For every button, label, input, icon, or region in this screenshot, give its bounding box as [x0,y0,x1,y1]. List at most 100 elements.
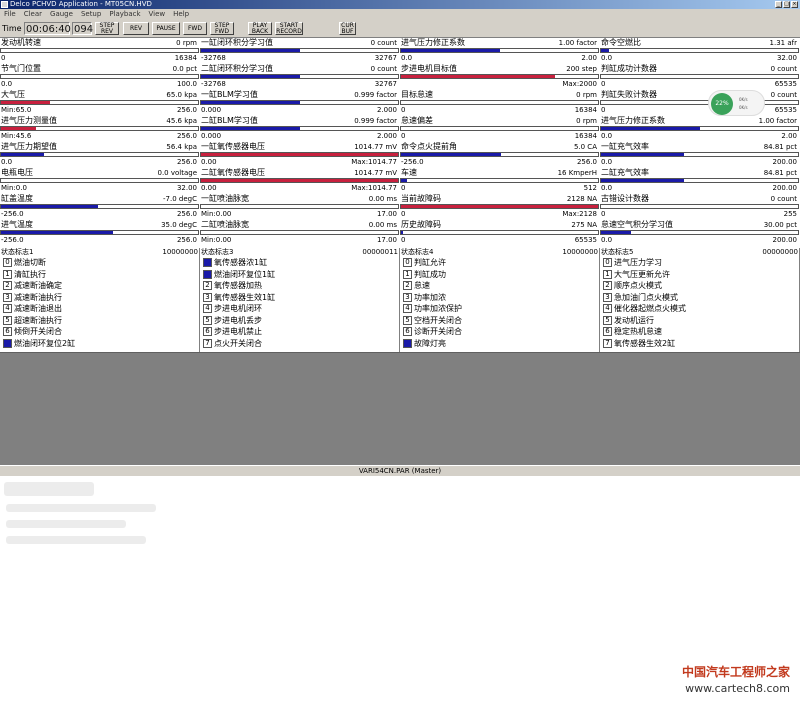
parameter-cell[interactable]: 16 KmperH 车速 0 512 [400,168,600,194]
menu-item-setup[interactable]: Setup [81,9,101,20]
parameter-cell[interactable]: 56.4 kpa 进气压力期望值 0.0 256.0 [0,142,200,168]
parameter-min: 0 [401,236,406,244]
close-button[interactable]: × [791,1,798,8]
parameter-label: 车速 [401,168,417,178]
step-fwd-button[interactable]: STEP FWD [210,22,234,35]
parameter-cell[interactable]: 30.00 pct 怠速空气积分学习值 0.0 200.00 [600,220,800,246]
status-bit-indicator: 1 [203,269,212,279]
parameter-cell[interactable]: 0.00 ms 一缸喷油脉宽 Min:0.00 17.00 [200,194,400,220]
playback-button[interactable]: PLAY BACK [248,22,272,35]
parameter-cell[interactable]: 84.81 pct 一缸充气效率 0.0 200.00 [600,142,800,168]
status-flag-row: 6 步进电机禁止 [200,326,400,337]
menu-item-clear[interactable]: Clear [24,9,42,20]
parameter-bar-fill [401,49,500,52]
parameter-cell[interactable]: 0 count 一缸闭环积分学习值 -32768 32767 [200,38,400,64]
parameter-max: 256.0 [176,132,197,140]
parameter-cell[interactable]: 1.00 factor 进气压力修正系数 0.0 2.00 [400,38,600,64]
status-flag-row: 1 大气压更新允许 [600,269,800,280]
parameter-bar-fill [201,49,300,52]
parameter-cell[interactable]: 0.00 ms 二缸喷油脉宽 Min:0.00 17.00 [200,220,400,246]
status-bit-indicator: 1 [3,269,12,279]
status-flag-row: 6 稳定热机怠速 [600,326,800,337]
status-flag-row: 3 功率加浓 [400,292,600,303]
parameter-cell[interactable]: 0 count 二缸闭环积分学习值 -32768 32767 [200,64,400,90]
parameter-cell[interactable]: 0 count 判缸失败计数器 0 65535 [600,90,800,116]
parameter-value: 0 count [770,91,797,99]
parameter-cell[interactable]: 0.0 voltage 电瓶电压 Min:0.0 32.00 [0,168,200,194]
parameter-bar [400,48,599,53]
parameter-bar [200,126,399,131]
menu-item-gauge[interactable]: Gauge [50,9,73,20]
menu-item-view[interactable]: View [149,9,166,20]
menu-item-help[interactable]: Help [173,9,189,20]
parameter-value: 1014.77 mV [354,143,397,151]
parameter-cell[interactable]: 275 NA 历史故障码 0 65535 [400,220,600,246]
parameter-cell[interactable]: 0 rpm 发动机转速 0 16384 [0,38,200,64]
parameter-cell[interactable]: 0 rpm 怠速偏差 0 16384 [400,116,600,142]
status-bit-indicator: 0 [603,258,612,267]
status-flag-row: 7 故障灯亮 [400,338,600,349]
parameter-min: 0.0 [1,158,13,166]
parameter-cell[interactable]: -7.0 degC 缸盖温度 -256.0 256.0 [0,194,200,220]
parameter-cell[interactable]: 1.00 factor 进气压力修正系数 0.0 2.00 [600,116,800,142]
parameter-label: 二缸喷油脉宽 [201,220,249,230]
parameter-cell[interactable]: 1.31 afr 命令空燃比 0.0 32.00 [600,38,800,64]
parameter-bar [0,74,199,79]
status-bit-indicator: 0 [203,258,212,267]
parameter-cell[interactable]: 2128 NA 当前故障码 0 Max:2128 [400,194,600,220]
application-window: Delco PCHVD Application - MT05CN.HVD _ □… [0,0,800,716]
parameter-cell[interactable]: 1014.77 mV 二缸氧传感器电压 0.00 Max:1014.77 [200,168,400,194]
rev-button[interactable]: REV [123,22,149,35]
parameter-cell[interactable]: 35.0 degC 进气温度 -256.0 256.0 [0,220,200,246]
status-bit-indicator: 6 [603,327,612,336]
parameter-max: 32767 [374,80,397,88]
status-flag-label: 空档开关闭合 [414,315,462,325]
parameter-cell[interactable]: 0 count 古错设计数器 0 255 [600,194,800,220]
parameter-bar-fill [601,153,684,156]
parameter-value: 0 rpm [576,117,597,125]
network-gauge-widget[interactable]: 22% 0K/s 0K/s [708,90,765,116]
parameter-cell[interactable]: 1014.77 mV 一缸氧传感器电压 0.00 Max:1014.77 [200,142,400,168]
parameter-cell[interactable]: 65.0 kpa 大气压 Min:65.0 256.0 [0,90,200,116]
app-icon [1,1,8,8]
parameter-cell[interactable]: 45.6 kpa 进气压力测量值 Min:45.6 256.0 [0,116,200,142]
parameter-cell[interactable]: 84.81 pct 二缸充气效率 0.0 200.00 [600,168,800,194]
status-bit-indicator: 6 [203,327,212,336]
status-flag-row: 7 燃油闭环复位2缸 [0,338,200,349]
parameter-bar [0,230,199,235]
parameter-label: 节气门位置 [1,64,41,74]
parameter-bar [400,230,599,235]
parameter-cell[interactable]: 5.0 CA 命令点火提前角 -256.0 256.0 [400,142,600,168]
menu-item-file[interactable]: File [4,9,16,20]
fwd-button[interactable]: FWD [183,22,207,35]
status-flag-label: 超速断油执行 [14,315,62,325]
parameter-cell[interactable]: 0.999 factor 二缸BLM学习值 0.000 2.000 [200,116,400,142]
minimize-button[interactable]: _ [775,1,782,8]
parameter-bar-fill [401,205,598,208]
status-flag-row: 7 氧传感器生效2缸 [600,338,800,349]
maximize-button[interactable]: □ [783,1,790,8]
cur-buf-button[interactable]: CUR BUF [339,22,356,35]
parameter-label: 二缸氧传感器电压 [201,168,265,178]
parameter-bar [200,74,399,79]
parameter-cell[interactable]: 0 rpm 目标怠速 0 16384 [400,90,600,116]
parameter-cell[interactable]: 0 count 判缸成功计数器 0 65535 [600,64,800,90]
parameter-cell[interactable]: 200 step 步进电机目标值 Max:2000 [400,64,600,90]
parameter-cell[interactable]: 0.0 pct 节气门位置 0.0 100.0 [0,64,200,90]
parameter-label: 进气压力期望值 [1,142,57,152]
status-flag-label: 功率加浓 [414,292,446,302]
step-rev-button[interactable]: STEP REV [95,22,119,35]
pause-button[interactable]: PAUSE [152,22,180,35]
status-bit-indicator: 0 [403,258,412,267]
parameter-bar [600,178,799,183]
parameter-max: 256.0 [176,106,197,114]
parameter-min: 0 [401,106,406,114]
parameter-min: 0.0 [601,54,613,62]
start-record-button[interactable]: START RECORD [275,22,303,35]
status-flag-row: 5 步进电机丢步 [200,315,400,326]
parameter-cell[interactable]: 0.999 factor 一缸BLM学习值 0.000 2.000 [200,90,400,116]
parameter-value: 0.0 voltage [157,169,197,177]
parameter-min: 0.00 [201,158,217,166]
menu-item-playback[interactable]: Playback [109,9,140,20]
parameter-max: 32.00 [776,54,797,62]
